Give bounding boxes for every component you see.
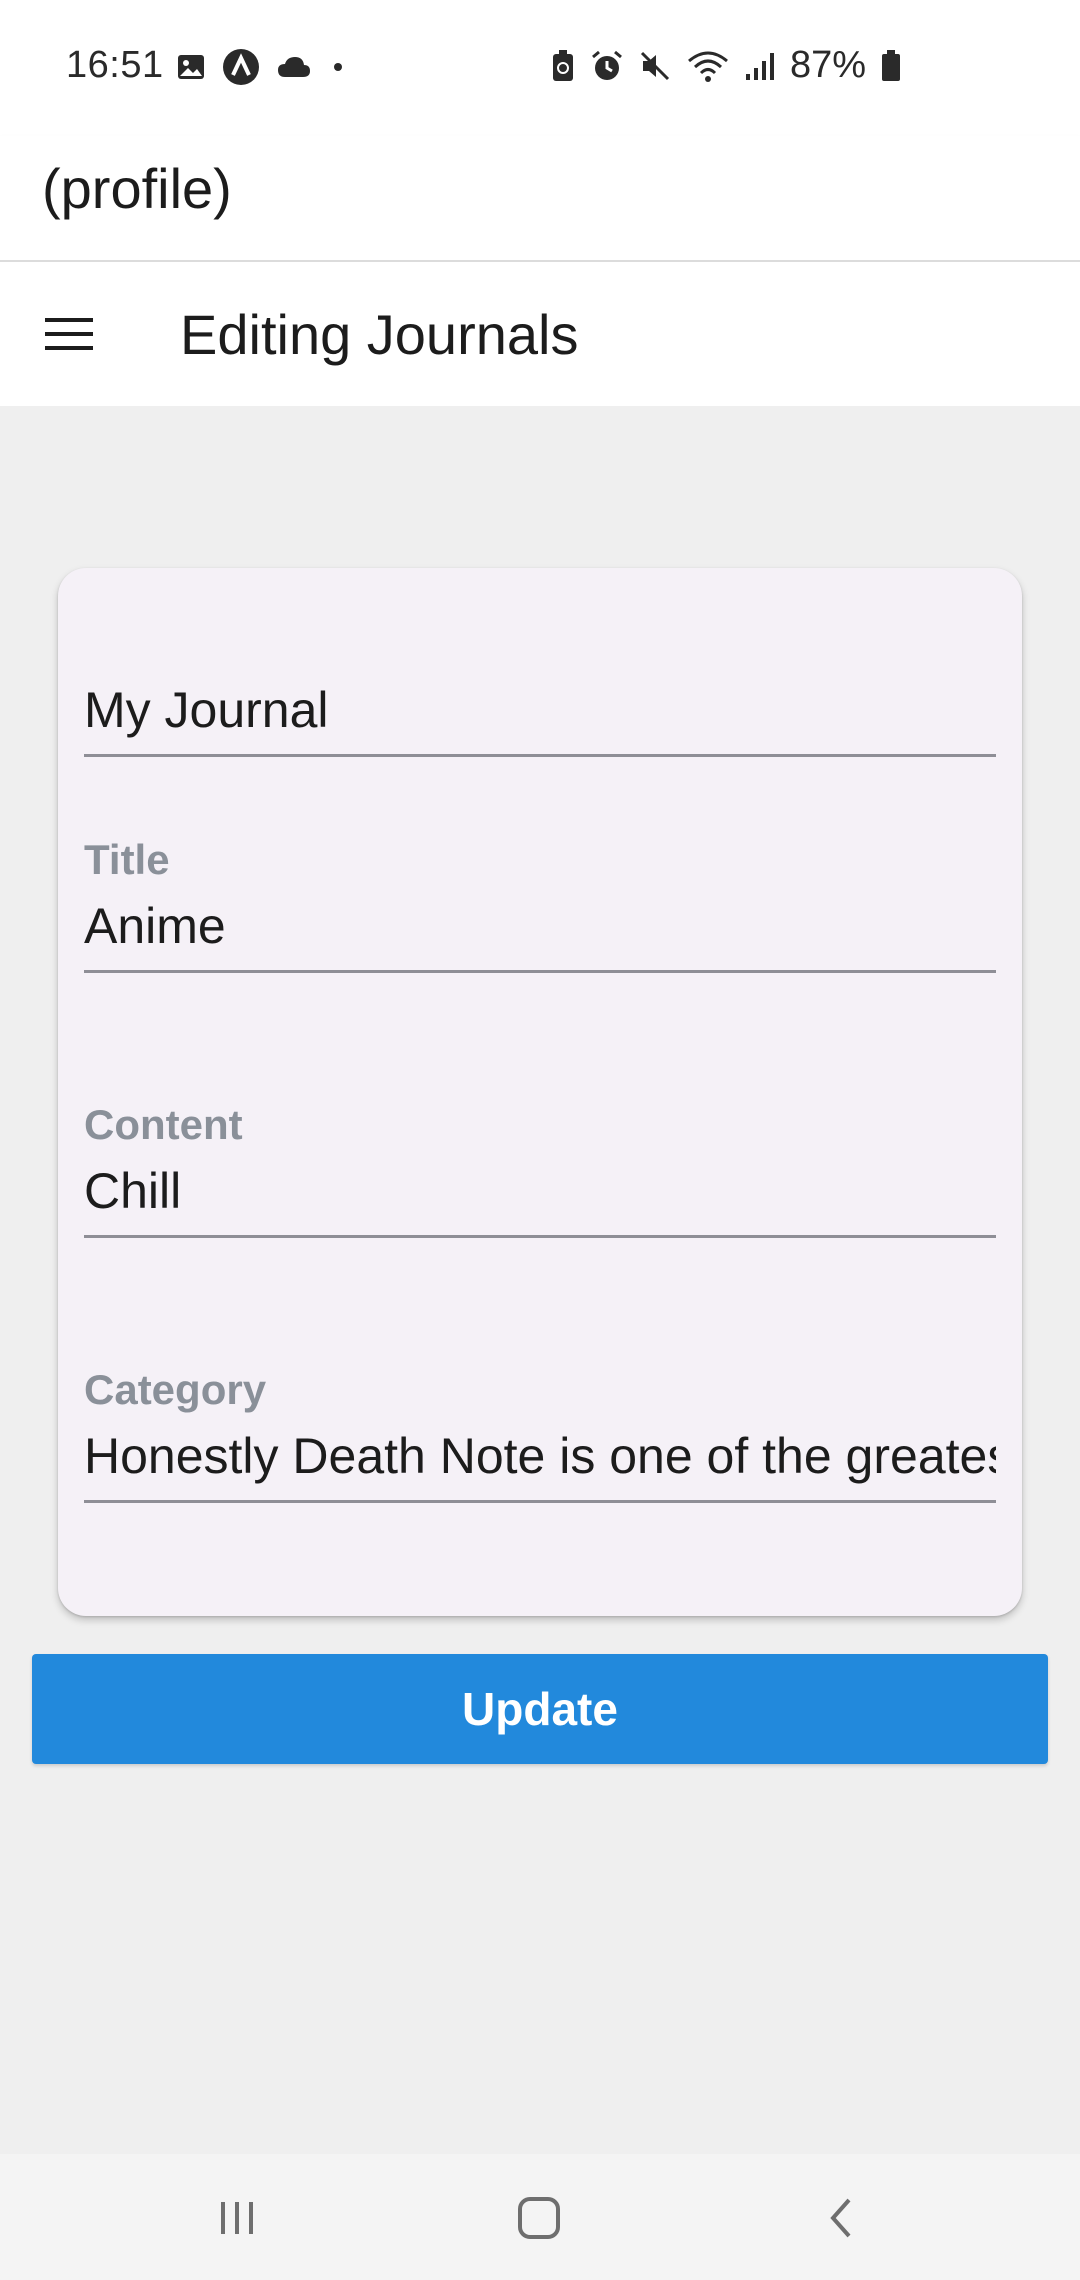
battery-saver-icon [550, 49, 576, 83]
home-icon [518, 2197, 560, 2239]
back-icon [830, 2198, 851, 2238]
profile-title: (profile) [42, 157, 232, 220]
battery-icon [880, 49, 902, 83]
content-field: Content [84, 1101, 996, 1341]
alarm-icon [590, 49, 624, 83]
menu-button[interactable] [26, 298, 112, 370]
title-label: Title [84, 836, 170, 883]
category-underline [84, 1500, 996, 1503]
content-label: Content [84, 1101, 243, 1148]
journal-field [84, 648, 996, 808]
dot-icon [328, 57, 348, 77]
battery-percent: 87% [789, 44, 866, 86]
journal-input[interactable] [84, 670, 996, 750]
recent-apps-button[interactable] [192, 2182, 282, 2254]
category-label: Category [84, 1366, 267, 1413]
status-bar: 16:51 87% [0, 0, 1080, 136]
gallery-icon [176, 52, 206, 82]
cloud-icon [276, 53, 312, 81]
status-time: 16:51 [66, 44, 164, 86]
hamburger-menu-icon [45, 318, 93, 350]
wifi-icon [686, 49, 730, 83]
category-field: Category [84, 1366, 996, 1606]
title-underline [84, 970, 996, 973]
journal-underline [84, 754, 996, 757]
signal-icon [744, 50, 776, 82]
edit-journal-card: Title Content Category [58, 568, 1022, 1616]
app-a-icon [222, 48, 260, 86]
system-nav-bar [0, 2154, 1080, 2280]
recent-apps-icon [221, 2202, 253, 2234]
title-input[interactable] [84, 886, 996, 966]
status-right-group: 87% [550, 44, 902, 87]
title-field: Title [84, 836, 996, 1076]
content-underline [84, 1235, 996, 1238]
mute-icon [638, 49, 672, 83]
category-input[interactable] [84, 1416, 996, 1496]
app-bar: Editing Journals [0, 262, 1080, 406]
home-button[interactable] [494, 2182, 584, 2254]
back-button[interactable] [796, 2182, 886, 2254]
update-button[interactable]: Update [32, 1654, 1048, 1764]
profile-header: (profile) [0, 136, 1080, 262]
status-left-icons [176, 48, 348, 86]
page-title: Editing Journals [180, 303, 579, 366]
content-input[interactable] [84, 1151, 996, 1231]
